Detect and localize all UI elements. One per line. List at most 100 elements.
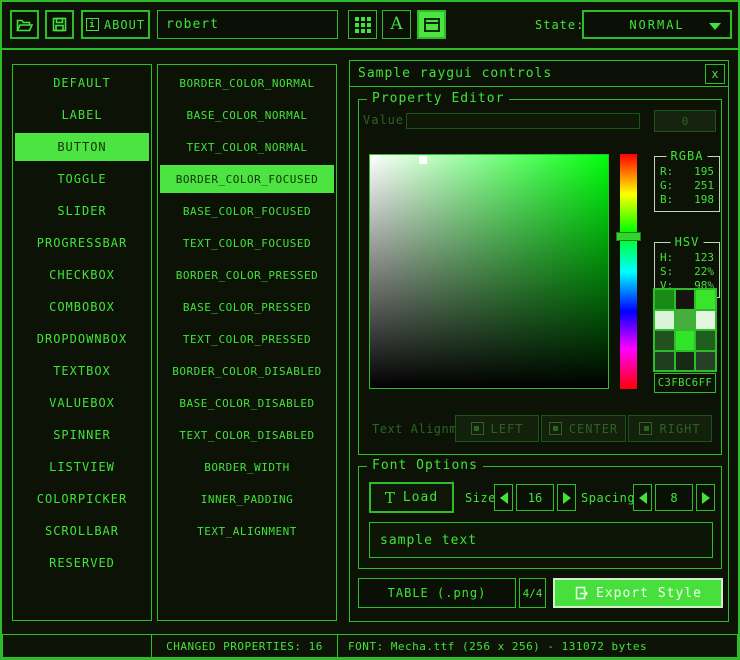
chevron-down-icon [709, 23, 721, 30]
control-item[interactable]: TOGGLE [13, 163, 151, 195]
rgba-row-b: B: 198 [660, 193, 714, 207]
control-item[interactable]: VALUEBOX [13, 387, 151, 419]
control-item[interactable]: LABEL [13, 99, 151, 131]
statusbar: CHANGED PROPERTIES: 16 FONT: Mecha.ttf (… [2, 634, 738, 658]
window-titlebar[interactable]: Sample raygui controls [350, 61, 728, 87]
state-dropdown[interactable]: NORMAL [582, 10, 732, 39]
sample-text-value: sample text [380, 533, 477, 548]
window-title: Sample raygui controls [358, 66, 552, 81]
spacing-value-box[interactable]: 8 [655, 484, 693, 511]
style-table-view-button[interactable] [348, 10, 377, 39]
control-item[interactable]: PROGRESSBAR [13, 227, 151, 259]
rgba-title: RGBA [667, 149, 708, 163]
property-item[interactable]: BORDER_COLOR_PRESSED [158, 259, 336, 291]
size-value: 16 [528, 491, 542, 505]
load-font-button[interactable]: T Load [369, 482, 454, 513]
changed-properties-text: CHANGED PROPERTIES: 16 [166, 640, 323, 653]
control-item[interactable]: DEFAULT [13, 67, 151, 99]
control-item[interactable]: LISTVIEW [13, 451, 151, 483]
format-pager-button[interactable]: 4/4 [519, 578, 546, 608]
font-info-text: FONT: Mecha.ttf (256 x 256) - 131072 byt… [348, 640, 647, 653]
hue-slider-handle[interactable] [616, 232, 641, 241]
property-item-selected[interactable]: BORDER_COLOR_FOCUSED [160, 165, 334, 193]
style-name-input[interactable] [157, 10, 338, 39]
align-left-button[interactable]: LEFT [455, 415, 539, 442]
control-item[interactable]: SPINNER [13, 419, 151, 451]
control-item[interactable]: SLIDER [13, 195, 151, 227]
spacing-increment-button[interactable] [696, 484, 715, 511]
hue-bar[interactable] [620, 154, 637, 389]
swatch [676, 311, 695, 330]
hsv-title: HSV [671, 235, 704, 249]
property-item[interactable]: TEXT_COLOR_NORMAL [158, 131, 336, 163]
control-item[interactable]: COLORPICKER [13, 483, 151, 515]
export-format-combo[interactable]: TABLE (.png) [358, 578, 516, 608]
swatch [655, 311, 674, 330]
window-icon [424, 18, 440, 32]
property-item[interactable]: BASE_COLOR_FOCUSED [158, 195, 336, 227]
hex-color-input[interactable]: C3FBC6FF [654, 373, 716, 393]
property-item[interactable]: BASE_COLOR_DISABLED [158, 387, 336, 419]
value-slider[interactable] [406, 113, 640, 129]
font-t-icon: T [385, 489, 396, 507]
status-changed-properties: CHANGED PROPERTIES: 16 [151, 634, 338, 658]
save-file-button[interactable] [45, 10, 74, 39]
property-item[interactable]: INNER_PADDING [158, 483, 336, 515]
control-item[interactable]: DROPDOWNBOX [13, 323, 151, 355]
about-button-label: ABOUT [104, 18, 145, 32]
status-cell-empty [2, 634, 152, 658]
color-picker-cursor[interactable] [419, 156, 427, 164]
swatch [676, 290, 695, 309]
property-item[interactable]: TEXT_COLOR_FOCUSED [158, 227, 336, 259]
hex-color-value: C3FBC6FF [658, 377, 713, 389]
control-item[interactable]: CHECKBOX [13, 259, 151, 291]
spacing-decrement-button[interactable] [633, 484, 652, 511]
load-font-label: Load [403, 490, 438, 505]
property-item[interactable]: BORDER_WIDTH [158, 451, 336, 483]
arrow-left-icon [500, 492, 508, 504]
g-label: G: [660, 179, 673, 193]
property-editor-group: Property Editor Value: 0 RGBA R: 195 G: … [358, 99, 722, 455]
h-label: H: [660, 251, 673, 265]
size-value-box[interactable]: 16 [516, 484, 554, 511]
controls-view-button[interactable] [417, 10, 446, 39]
property-item[interactable]: BORDER_COLOR_DISABLED [158, 355, 336, 387]
size-increment-button[interactable] [557, 484, 576, 511]
control-item-selected[interactable]: BUTTON [15, 133, 149, 161]
property-item[interactable]: BASE_COLOR_PRESSED [158, 291, 336, 323]
swatch [655, 352, 674, 371]
sample-text-input[interactable]: sample text [369, 522, 713, 558]
property-item[interactable]: TEXT_COLOR_PRESSED [158, 323, 336, 355]
swatch [696, 352, 715, 371]
align-center-button[interactable]: CENTER [541, 415, 626, 442]
open-file-button[interactable] [10, 10, 39, 39]
align-left-icon [471, 422, 484, 435]
align-right-button[interactable]: RIGHT [628, 415, 712, 442]
s-value: 22% [694, 265, 714, 279]
control-item[interactable]: COMBOBOX [13, 291, 151, 323]
value-box[interactable]: 0 [654, 110, 716, 132]
close-button[interactable]: x [705, 64, 725, 84]
size-decrement-button[interactable] [494, 484, 513, 511]
control-item[interactable]: SCROLLBAR [13, 515, 151, 547]
property-item[interactable]: TEXT_ALIGNMENT [158, 515, 336, 547]
property-item[interactable]: BORDER_COLOR_NORMAL [158, 67, 336, 99]
rguistyler-app: i ABOUT A State: NORMAL DEFAULT LABEL BU… [0, 0, 740, 660]
text-alignment-row: Text Alignment LEFT CENTER RIGHT [359, 415, 723, 443]
font-view-button[interactable]: A [382, 10, 411, 39]
font-a-icon: A [390, 16, 402, 33]
export-style-button[interactable]: Export Style [553, 578, 723, 608]
property-item[interactable]: BASE_COLOR_NORMAL [158, 99, 336, 131]
rgba-row-g: G: 251 [660, 179, 714, 193]
floppy-save-icon [52, 17, 67, 32]
export-format-value: TABLE (.png) [388, 586, 487, 600]
toolbar: i ABOUT A State: NORMAL [2, 2, 738, 50]
property-item[interactable]: TEXT_COLOR_DISABLED [158, 419, 336, 451]
export-style-label: Export Style [596, 586, 702, 601]
color-picker-panel[interactable] [369, 154, 609, 389]
control-item[interactable]: TEXTBOX [13, 355, 151, 387]
r-label: R: [660, 165, 673, 179]
about-button[interactable]: i ABOUT [81, 10, 150, 39]
control-item[interactable]: RESERVED [13, 547, 151, 579]
style-color-swatches [653, 288, 717, 372]
